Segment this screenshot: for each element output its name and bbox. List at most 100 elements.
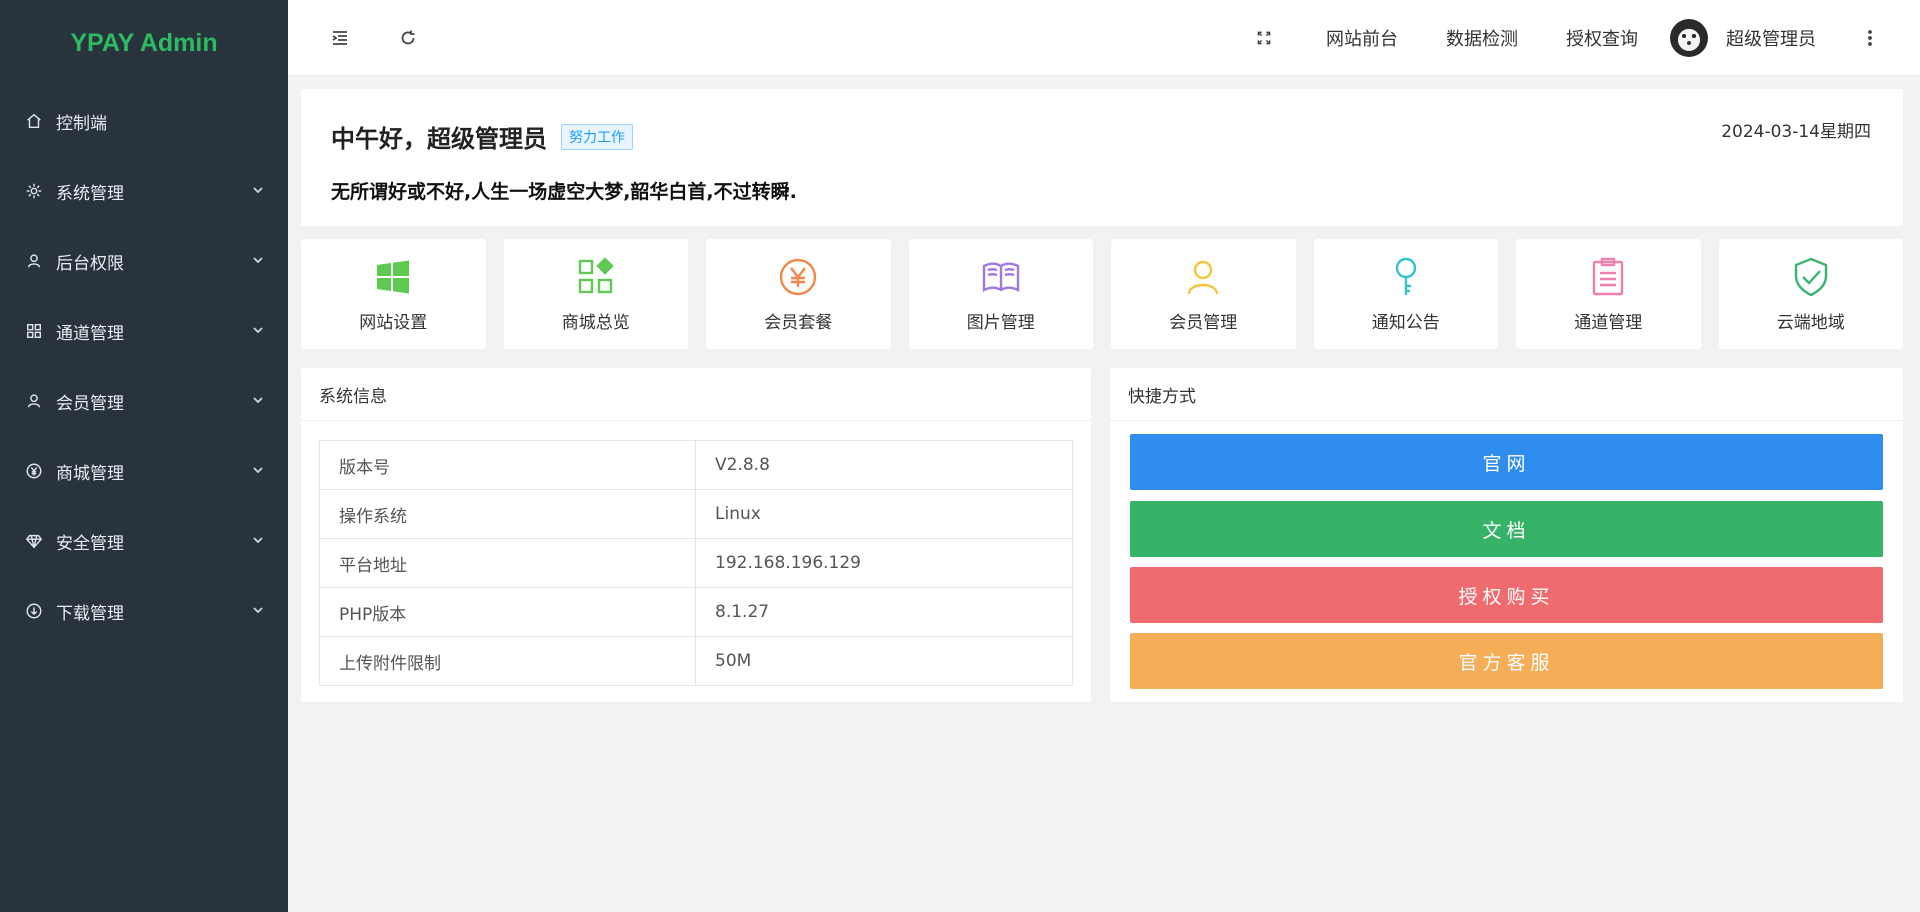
key-icon xyxy=(1395,257,1416,295)
tile-member-management[interactable]: 会员管理 xyxy=(1111,239,1296,349)
brand-logo[interactable]: YPAY Admin xyxy=(0,0,288,86)
clipboard-icon xyxy=(1593,257,1624,295)
tile-label: 会员套餐 xyxy=(764,312,833,333)
sidebar-item-console[interactable]: 控制端 xyxy=(0,86,288,156)
user-icon xyxy=(1188,260,1219,294)
tile-mall-overview[interactable]: 商城总览 xyxy=(503,239,688,349)
table-row: 版本号 V2.8.8 xyxy=(319,440,1073,490)
panel-title: 快捷方式 xyxy=(1110,368,1903,421)
tile-cloud-region[interactable]: 云端地域 xyxy=(1718,239,1903,349)
chevron-down-icon xyxy=(252,531,264,551)
system-info-table: 版本号 V2.8.8 操作系统 Linux 平台地址 192.168.196.1… xyxy=(319,440,1073,686)
header-link-frontend[interactable]: 网站前台 xyxy=(1302,0,1422,75)
sidebar-item-members[interactable]: 会员管理 xyxy=(0,366,288,436)
panel-title: 系统信息 xyxy=(301,368,1091,421)
sidebar-item-system[interactable]: 系统管理 xyxy=(0,156,288,226)
sidebar: YPAY Admin 控制端 系统管理 后台权限 通道管理 会员管理 商城管理 … xyxy=(0,0,288,912)
user-icon xyxy=(24,251,44,271)
diamond-icon xyxy=(24,531,44,551)
sidebar-item-label: 系统管理 xyxy=(56,183,124,204)
official-support-button[interactable]: 官方客服 xyxy=(1130,633,1883,689)
tile-label: 云端地域 xyxy=(1776,312,1845,333)
tile-label: 网站设置 xyxy=(359,312,428,333)
shortcuts-panel: 快捷方式 官网 文档 授权购买 官方客服 xyxy=(1110,368,1903,702)
table-row: 平台地址 192.168.196.129 xyxy=(319,538,1073,588)
info-key: PHP版本 xyxy=(319,587,696,637)
sidebar-item-label: 安全管理 xyxy=(56,533,124,554)
fullscreen-button[interactable] xyxy=(1244,18,1284,58)
system-info-panel: 系统信息 版本号 V2.8.8 操作系统 Linux 平台地址 192.168.… xyxy=(301,368,1091,702)
status-badge: 努力工作 xyxy=(561,123,633,150)
info-value: 192.168.196.129 xyxy=(695,538,1073,588)
table-row: 上传附件限制 50M xyxy=(319,636,1073,686)
user-icon xyxy=(24,391,44,411)
info-value: Linux xyxy=(695,489,1073,539)
download-icon xyxy=(24,601,44,621)
docs-button[interactable]: 文档 xyxy=(1130,501,1883,557)
sidebar-item-label: 通道管理 xyxy=(56,323,124,344)
chevron-down-icon xyxy=(252,601,264,621)
buy-license-button[interactable]: 授权购买 xyxy=(1130,567,1883,623)
sidebar-item-permissions[interactable]: 后台权限 xyxy=(0,226,288,296)
yen-circle-icon xyxy=(780,258,817,295)
grid-icon xyxy=(578,256,614,293)
tile-label: 图片管理 xyxy=(966,312,1035,333)
sidebar-item-security[interactable]: 安全管理 xyxy=(0,506,288,576)
current-date: 2024-03-14星期四 xyxy=(1721,122,1871,142)
sidebar-item-channels[interactable]: 通道管理 xyxy=(0,296,288,366)
header-link-data-check[interactable]: 数据检测 xyxy=(1422,0,1542,75)
sidebar-item-label: 控制端 xyxy=(56,113,107,134)
more-menu-button[interactable] xyxy=(1850,18,1890,58)
tile-channel-management[interactable]: 通道管理 xyxy=(1516,239,1701,349)
refresh-button[interactable] xyxy=(388,18,428,58)
book-icon xyxy=(982,262,1019,292)
sidebar-item-label: 商城管理 xyxy=(56,463,124,484)
tile-label: 商城总览 xyxy=(561,312,630,333)
header-link-license-query[interactable]: 授权查询 xyxy=(1542,0,1662,75)
table-row: 操作系统 Linux xyxy=(319,489,1073,539)
table-row: PHP版本 8.1.27 xyxy=(319,587,1073,637)
fullscreen-icon xyxy=(1257,31,1271,44)
gear-icon xyxy=(24,181,44,201)
home-icon xyxy=(24,111,44,131)
chevron-down-icon xyxy=(252,391,264,411)
shield-check-icon xyxy=(1794,257,1827,296)
chevron-down-icon xyxy=(252,461,264,481)
info-value: V2.8.8 xyxy=(695,440,1073,490)
chevron-down-icon xyxy=(252,251,264,271)
quick-tiles: 网站设置 商城总览 会员套餐 图片管理 会员管理 通知公告 通道管理 云端地域 xyxy=(301,239,1903,349)
tile-site-settings[interactable]: 网站设置 xyxy=(301,239,486,349)
yen-icon xyxy=(24,461,44,481)
welcome-card: 中午好，超级管理员 努力工作 2024-03-14星期四 无所谓好或不好,人生一… xyxy=(301,89,1903,226)
sidebar-item-label: 后台权限 xyxy=(56,253,124,274)
info-value: 50M xyxy=(695,636,1073,686)
sidebar-item-mall[interactable]: 商城管理 xyxy=(0,436,288,506)
info-key: 平台地址 xyxy=(319,538,696,588)
tile-image-management[interactable]: 图片管理 xyxy=(908,239,1093,349)
refresh-icon xyxy=(401,30,415,44)
sidebar-item-label: 会员管理 xyxy=(56,393,124,414)
tile-label: 通知公告 xyxy=(1371,312,1440,333)
chevron-down-icon xyxy=(252,181,264,201)
sidebar-menu: 控制端 系统管理 后台权限 通道管理 会员管理 商城管理 安全管理 下载管理 xyxy=(0,86,288,646)
tile-announcements[interactable]: 通知公告 xyxy=(1313,239,1498,349)
more-vertical-icon xyxy=(1868,29,1872,46)
collapse-menu-button[interactable] xyxy=(320,18,360,58)
sidebar-item-downloads[interactable]: 下载管理 xyxy=(0,576,288,646)
chevron-down-icon xyxy=(252,321,264,341)
sidebar-item-label: 下载管理 xyxy=(56,603,124,624)
tile-label: 通道管理 xyxy=(1574,312,1643,333)
greeting-title: 中午好，超级管理员 xyxy=(331,125,547,153)
quote-text: 无所谓好或不好,人生一场虚空大梦,韶华白首,不过转瞬. xyxy=(331,181,797,203)
top-header: 网站前台 数据检测 授权查询 超级管理员 xyxy=(288,0,1920,76)
apps-icon xyxy=(24,321,44,341)
info-key: 版本号 xyxy=(319,440,696,490)
indent-icon xyxy=(332,30,347,45)
avatar[interactable] xyxy=(1670,18,1708,57)
windows-icon xyxy=(377,260,410,293)
tile-label: 会员管理 xyxy=(1169,312,1238,333)
official-site-button[interactable]: 官网 xyxy=(1130,434,1883,490)
tile-member-packages[interactable]: 会员套餐 xyxy=(706,239,891,349)
user-name[interactable]: 超级管理员 xyxy=(1726,25,1816,51)
info-value: 8.1.27 xyxy=(695,587,1073,637)
